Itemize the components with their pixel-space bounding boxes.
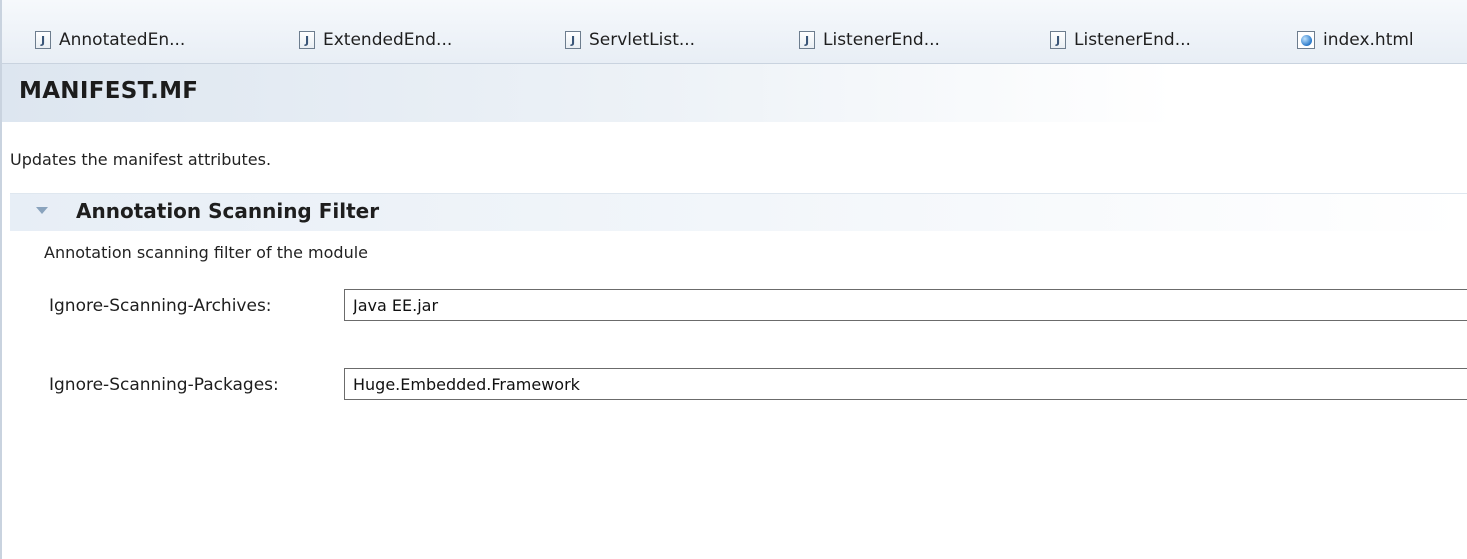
tab-annotated-endpoint[interactable]: J AnnotatedEn... [35,26,185,54]
tab-listener-endpoint-2[interactable]: J ListenerEnd... [1050,26,1191,54]
tab-label: AnnotatedEn... [59,30,186,50]
collapse-toggle-icon[interactable] [36,207,48,214]
java-file-icon: J [35,31,51,49]
tab-label: ExtendedEnd... [323,30,453,50]
page-description: Updates the manifest attributes. [10,150,272,169]
tab-label: ListenerEnd... [1074,30,1191,50]
editor-tab-bar: J AnnotatedEn... J ExtendedEnd... J Serv… [2,0,1467,64]
tab-index-html[interactable]: index.html [1297,26,1414,54]
page-title: MANIFEST.MF [19,78,199,104]
section-title[interactable]: Annotation Scanning Filter [76,199,379,223]
form-header [2,64,1467,122]
ignore-scanning-packages-label: Ignore-Scanning-Packages: [49,375,279,395]
html-file-icon [1297,31,1315,49]
java-file-icon: J [799,31,815,49]
tab-label: index.html [1323,30,1414,50]
tab-label: ServletList... [589,30,696,50]
ignore-scanning-archives-label: Ignore-Scanning-Archives: [49,296,272,316]
java-file-icon: J [565,31,581,49]
tab-extended-endpoint[interactable]: J ExtendedEnd... [299,26,452,54]
tab-servlet-listener[interactable]: J ServletList... [565,26,695,54]
java-file-icon: J [1050,31,1066,49]
tab-listener-endpoint-1[interactable]: J ListenerEnd... [799,26,940,54]
tab-label: ListenerEnd... [823,30,940,50]
java-file-icon: J [299,31,315,49]
ignore-scanning-packages-input[interactable] [344,368,1467,400]
ignore-scanning-archives-input[interactable] [344,289,1467,321]
manifest-editor: J AnnotatedEn... J ExtendedEnd... J Serv… [0,0,1467,559]
section-description: Annotation scanning filter of the module [44,243,368,262]
